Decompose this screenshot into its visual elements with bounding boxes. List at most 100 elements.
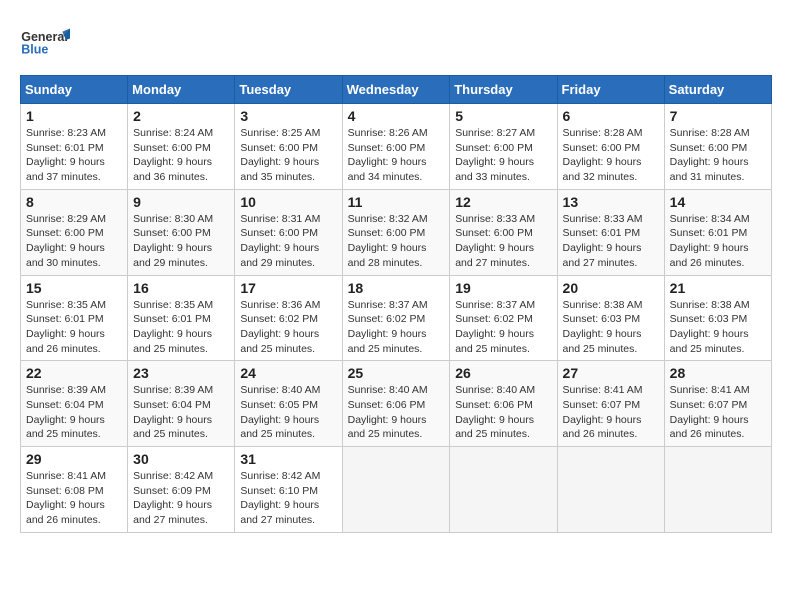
weekday-header-row: SundayMondayTuesdayWednesdayThursdayFrid… [21,76,772,104]
calendar-cell: 8 Sunrise: 8:29 AMSunset: 6:00 PMDayligh… [21,189,128,275]
day-number: 25 [348,365,445,381]
calendar-week-4: 22 Sunrise: 8:39 AMSunset: 6:04 PMDaylig… [21,361,772,447]
calendar-cell: 30 Sunrise: 8:42 AMSunset: 6:09 PMDaylig… [128,447,235,533]
logo: General Blue [20,20,70,65]
day-info: Sunrise: 8:37 AMSunset: 6:02 PMDaylight:… [455,299,535,355]
weekday-header-wednesday: Wednesday [342,76,450,104]
calendar-cell: 23 Sunrise: 8:39 AMSunset: 6:04 PMDaylig… [128,361,235,447]
calendar-cell: 10 Sunrise: 8:31 AMSunset: 6:00 PMDaylig… [235,189,342,275]
calendar-cell: 21 Sunrise: 8:38 AMSunset: 6:03 PMDaylig… [664,275,771,361]
calendar-cell [342,447,450,533]
calendar-cell: 31 Sunrise: 8:42 AMSunset: 6:10 PMDaylig… [235,447,342,533]
day-info: Sunrise: 8:42 AMSunset: 6:09 PMDaylight:… [133,470,213,526]
day-info: Sunrise: 8:27 AMSunset: 6:00 PMDaylight:… [455,127,535,183]
day-number: 16 [133,280,229,296]
day-info: Sunrise: 8:23 AMSunset: 6:01 PMDaylight:… [26,127,106,183]
calendar-cell: 16 Sunrise: 8:35 AMSunset: 6:01 PMDaylig… [128,275,235,361]
calendar-cell: 27 Sunrise: 8:41 AMSunset: 6:07 PMDaylig… [557,361,664,447]
calendar-cell: 13 Sunrise: 8:33 AMSunset: 6:01 PMDaylig… [557,189,664,275]
day-info: Sunrise: 8:41 AMSunset: 6:07 PMDaylight:… [670,384,750,440]
page-header: General Blue [20,20,772,65]
calendar-cell: 20 Sunrise: 8:38 AMSunset: 6:03 PMDaylig… [557,275,664,361]
day-info: Sunrise: 8:25 AMSunset: 6:00 PMDaylight:… [240,127,320,183]
calendar-cell: 25 Sunrise: 8:40 AMSunset: 6:06 PMDaylig… [342,361,450,447]
day-number: 14 [670,194,766,210]
day-number: 28 [670,365,766,381]
day-info: Sunrise: 8:35 AMSunset: 6:01 PMDaylight:… [133,299,213,355]
calendar-body: 1 Sunrise: 8:23 AMSunset: 6:01 PMDayligh… [21,104,772,533]
logo-svg: General Blue [20,20,70,65]
day-number: 24 [240,365,336,381]
day-number: 20 [563,280,659,296]
day-info: Sunrise: 8:38 AMSunset: 6:03 PMDaylight:… [563,299,643,355]
day-number: 31 [240,451,336,467]
day-number: 1 [26,108,122,124]
calendar-cell [664,447,771,533]
calendar-week-5: 29 Sunrise: 8:41 AMSunset: 6:08 PMDaylig… [21,447,772,533]
day-info: Sunrise: 8:34 AMSunset: 6:01 PMDaylight:… [670,213,750,269]
weekday-header-friday: Friday [557,76,664,104]
day-info: Sunrise: 8:37 AMSunset: 6:02 PMDaylight:… [348,299,428,355]
day-number: 9 [133,194,229,210]
calendar-cell: 6 Sunrise: 8:28 AMSunset: 6:00 PMDayligh… [557,104,664,190]
day-number: 4 [348,108,445,124]
calendar-cell [450,447,557,533]
calendar-cell: 18 Sunrise: 8:37 AMSunset: 6:02 PMDaylig… [342,275,450,361]
day-info: Sunrise: 8:30 AMSunset: 6:00 PMDaylight:… [133,213,213,269]
day-number: 11 [348,194,445,210]
day-number: 10 [240,194,336,210]
logo-container: General Blue [20,20,70,65]
weekday-header-thursday: Thursday [450,76,557,104]
day-info: Sunrise: 8:32 AMSunset: 6:00 PMDaylight:… [348,213,428,269]
day-info: Sunrise: 8:26 AMSunset: 6:00 PMDaylight:… [348,127,428,183]
calendar-week-2: 8 Sunrise: 8:29 AMSunset: 6:00 PMDayligh… [21,189,772,275]
calendar-cell: 5 Sunrise: 8:27 AMSunset: 6:00 PMDayligh… [450,104,557,190]
day-info: Sunrise: 8:28 AMSunset: 6:00 PMDaylight:… [563,127,643,183]
calendar-cell: 14 Sunrise: 8:34 AMSunset: 6:01 PMDaylig… [664,189,771,275]
day-info: Sunrise: 8:40 AMSunset: 6:05 PMDaylight:… [240,384,320,440]
calendar-cell: 19 Sunrise: 8:37 AMSunset: 6:02 PMDaylig… [450,275,557,361]
calendar-cell: 2 Sunrise: 8:24 AMSunset: 6:00 PMDayligh… [128,104,235,190]
calendar-cell: 9 Sunrise: 8:30 AMSunset: 6:00 PMDayligh… [128,189,235,275]
day-number: 6 [563,108,659,124]
day-info: Sunrise: 8:24 AMSunset: 6:00 PMDaylight:… [133,127,213,183]
day-info: Sunrise: 8:38 AMSunset: 6:03 PMDaylight:… [670,299,750,355]
weekday-header-monday: Monday [128,76,235,104]
day-number: 27 [563,365,659,381]
day-number: 3 [240,108,336,124]
calendar-cell: 4 Sunrise: 8:26 AMSunset: 6:00 PMDayligh… [342,104,450,190]
calendar-cell: 15 Sunrise: 8:35 AMSunset: 6:01 PMDaylig… [21,275,128,361]
calendar-table: SundayMondayTuesdayWednesdayThursdayFrid… [20,75,772,533]
calendar-cell: 28 Sunrise: 8:41 AMSunset: 6:07 PMDaylig… [664,361,771,447]
day-number: 30 [133,451,229,467]
calendar-header: SundayMondayTuesdayWednesdayThursdayFrid… [21,76,772,104]
calendar-cell [557,447,664,533]
day-info: Sunrise: 8:31 AMSunset: 6:00 PMDaylight:… [240,213,320,269]
calendar-cell: 22 Sunrise: 8:39 AMSunset: 6:04 PMDaylig… [21,361,128,447]
calendar-week-1: 1 Sunrise: 8:23 AMSunset: 6:01 PMDayligh… [21,104,772,190]
svg-text:Blue: Blue [21,42,48,56]
day-number: 8 [26,194,122,210]
day-number: 21 [670,280,766,296]
day-info: Sunrise: 8:35 AMSunset: 6:01 PMDaylight:… [26,299,106,355]
calendar-cell: 7 Sunrise: 8:28 AMSunset: 6:00 PMDayligh… [664,104,771,190]
calendar-cell: 26 Sunrise: 8:40 AMSunset: 6:06 PMDaylig… [450,361,557,447]
weekday-header-sunday: Sunday [21,76,128,104]
day-number: 17 [240,280,336,296]
calendar-cell: 24 Sunrise: 8:40 AMSunset: 6:05 PMDaylig… [235,361,342,447]
day-number: 19 [455,280,551,296]
day-info: Sunrise: 8:39 AMSunset: 6:04 PMDaylight:… [26,384,106,440]
day-number: 18 [348,280,445,296]
day-number: 22 [26,365,122,381]
calendar-cell: 12 Sunrise: 8:33 AMSunset: 6:00 PMDaylig… [450,189,557,275]
day-info: Sunrise: 8:42 AMSunset: 6:10 PMDaylight:… [240,470,320,526]
day-number: 2 [133,108,229,124]
calendar-cell: 1 Sunrise: 8:23 AMSunset: 6:01 PMDayligh… [21,104,128,190]
calendar-week-3: 15 Sunrise: 8:35 AMSunset: 6:01 PMDaylig… [21,275,772,361]
day-number: 12 [455,194,551,210]
day-number: 29 [26,451,122,467]
day-number: 5 [455,108,551,124]
day-number: 7 [670,108,766,124]
day-info: Sunrise: 8:41 AMSunset: 6:08 PMDaylight:… [26,470,106,526]
weekday-header-saturday: Saturday [664,76,771,104]
